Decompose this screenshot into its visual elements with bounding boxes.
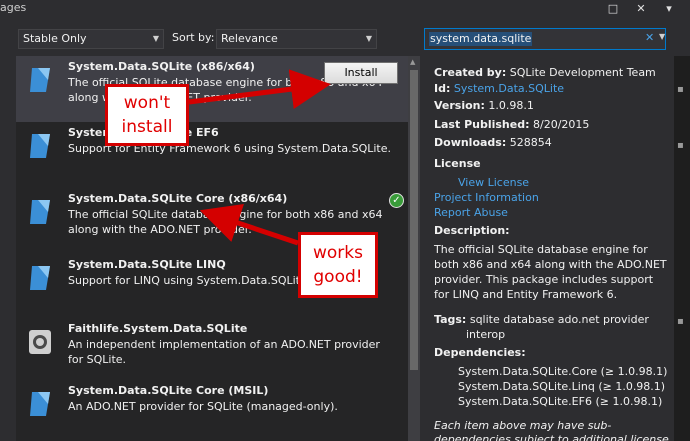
package-title: System.Data.SQLite Core (x86/x64) bbox=[68, 192, 288, 205]
version-value: 1.0.98.1 bbox=[488, 99, 534, 112]
window-title: ages bbox=[0, 1, 27, 14]
dependency-item: System.Data.SQLite.Linq (≥ 1.0.98.1) bbox=[458, 380, 666, 393]
window-menu-icon[interactable]: ▾ bbox=[654, 0, 684, 20]
package-description: An ADO.NET provider for SQLite (managed-… bbox=[68, 400, 338, 413]
callout-line: install bbox=[121, 117, 173, 137]
wont-install-callout: won't install bbox=[105, 84, 189, 146]
license-heading: License bbox=[434, 157, 481, 170]
window-titlebar: ages □ ✕ ▾ bbox=[0, 0, 690, 22]
close-icon[interactable]: ✕ bbox=[626, 0, 656, 20]
package-row-sqlite-x86-x64[interactable]: System.Data.SQLite (x86/x64) The officia… bbox=[16, 56, 408, 122]
dependency-item: System.Data.SQLite.EF6 (≥ 1.0.98.1) bbox=[458, 395, 663, 408]
package-row-faithlife[interactable]: Faithlife.System.Data.SQLite An independ… bbox=[16, 318, 408, 384]
id-label: Id: bbox=[434, 82, 451, 95]
published-label: Last Published: bbox=[434, 118, 530, 131]
install-button[interactable]: Install bbox=[324, 62, 398, 84]
downloads-label: Downloads: bbox=[434, 136, 507, 149]
package-title: System.Data.SQLite Core (MSIL) bbox=[68, 384, 269, 397]
default-package-icon bbox=[29, 330, 51, 354]
package-title: System.Data.SQLite (x86/x64) bbox=[68, 60, 255, 73]
package-title: Faithlife.System.Data.SQLite bbox=[68, 322, 248, 335]
tags-line: Tags: sqlite database ado.net provider bbox=[434, 313, 649, 326]
report-abuse-link[interactable]: Report Abuse bbox=[434, 206, 508, 219]
description-heading: Description: bbox=[434, 224, 510, 237]
version-line: Version: 1.0.98.1 bbox=[434, 99, 534, 112]
package-row-sqlite-core-msil[interactable]: System.Data.SQLite Core (MSIL) An ADO.NE… bbox=[16, 380, 408, 441]
search-dropdown-icon[interactable]: ▼ bbox=[659, 32, 665, 41]
downloads-line: Downloads: 528854 bbox=[434, 136, 552, 149]
search-input-value[interactable]: system.data.sqlite bbox=[429, 32, 533, 46]
installed-check-icon: ✓ bbox=[389, 193, 404, 208]
edge-glyph: ▪ bbox=[677, 140, 684, 151]
version-label: Version: bbox=[434, 99, 485, 112]
package-description: An independent implementation of an ADO.… bbox=[68, 338, 380, 366]
dependency-item: System.Data.SQLite.Core (≥ 1.0.98.1) bbox=[458, 365, 668, 378]
maximize-icon[interactable]: □ bbox=[598, 0, 628, 20]
id-link[interactable]: System.Data.SQLite bbox=[454, 82, 564, 95]
sqlite-package-icon bbox=[30, 392, 50, 416]
package-row-sqlite-ef6[interactable]: System.Data.SQLite EF6 Support for Entit… bbox=[16, 122, 408, 188]
chevron-down-icon: ▼ bbox=[365, 34, 372, 43]
callout-line: works bbox=[313, 243, 363, 263]
sort-select-value: Relevance bbox=[221, 32, 278, 45]
tags-value-continued: interop bbox=[466, 328, 506, 341]
filter-select-value: Stable Only bbox=[23, 32, 87, 45]
tags-value: sqlite database ado.net provider bbox=[469, 313, 649, 326]
view-license-link[interactable]: View License bbox=[458, 176, 529, 189]
description-text: The official SQLite database engine for … bbox=[434, 243, 667, 301]
sqlite-package-icon bbox=[30, 134, 50, 158]
filter-select[interactable]: Stable Only ▼ bbox=[18, 29, 164, 49]
id-line: Id: System.Data.SQLite bbox=[434, 82, 564, 95]
sqlite-package-icon bbox=[30, 266, 50, 290]
project-info-link[interactable]: Project Information bbox=[434, 191, 539, 204]
published-value: 8/20/2015 bbox=[533, 118, 590, 131]
sqlite-package-icon bbox=[30, 200, 50, 224]
sqlite-package-icon bbox=[30, 68, 50, 92]
published-line: Last Published: 8/20/2015 bbox=[434, 118, 589, 131]
details-pane: Created by: SQLite Development Team Id: … bbox=[424, 56, 674, 441]
downloads-value: 528854 bbox=[509, 136, 552, 149]
created-by-line: Created by: SQLite Development Team bbox=[434, 66, 656, 79]
callout-line: good! bbox=[313, 267, 363, 287]
list-scrollbar[interactable]: ▲ bbox=[408, 56, 420, 441]
tags-label: Tags: bbox=[434, 313, 467, 326]
scroll-thumb[interactable] bbox=[410, 70, 418, 370]
edge-glyph: ▪ bbox=[677, 84, 684, 95]
scroll-up-icon[interactable]: ▲ bbox=[410, 58, 415, 66]
created-by-value: SQLite Development Team bbox=[509, 66, 656, 79]
clear-search-icon[interactable]: ✕ bbox=[645, 31, 654, 44]
works-good-callout: works good! bbox=[298, 232, 378, 298]
package-title: System.Data.SQLite LINQ bbox=[68, 258, 226, 271]
edge-glyph: ▪ bbox=[677, 316, 684, 327]
sort-select[interactable]: Relevance ▼ bbox=[216, 29, 377, 49]
chevron-down-icon: ▼ bbox=[152, 34, 159, 43]
callout-line: won't bbox=[123, 93, 171, 113]
footer-note-line2: dependencies subject to additional licen… bbox=[434, 433, 669, 441]
adjacent-panel-edge: ▪ ▪ ▪ bbox=[674, 56, 690, 441]
created-by-label: Created by: bbox=[434, 66, 507, 79]
dependencies-heading: Dependencies: bbox=[434, 346, 526, 359]
sort-label: Sort by: bbox=[172, 31, 215, 44]
search-input[interactable]: system.data.sqlite ✕ ▼ bbox=[424, 28, 666, 50]
footer-note-line1: Each item above may have sub- bbox=[434, 419, 612, 432]
toolbar: Stable Only ▼ Sort by: Relevance ▼ syste… bbox=[0, 22, 690, 56]
